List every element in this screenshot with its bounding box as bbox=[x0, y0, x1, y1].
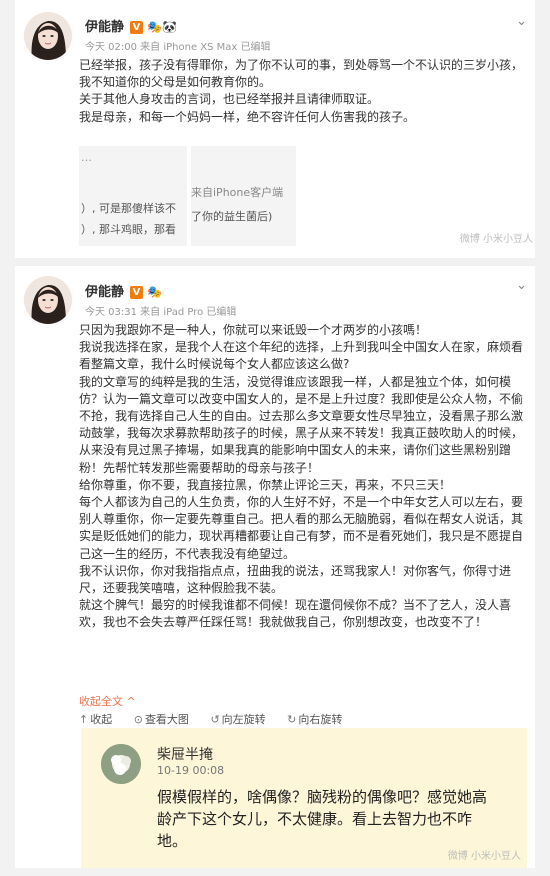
thumbnail-image[interactable]: … ）, 可是那傻样该不 ）, 那斗鸡眼，那看 bbox=[79, 146, 187, 246]
post-meta: 今天 02:00 来自 iPhone XS Max 已编辑 bbox=[85, 42, 271, 53]
paragraph: 我是母亲，和每一个妈妈一样，绝不容许任何人伤害我的孩子。 bbox=[79, 109, 416, 124]
paragraph: 就这个脾气！最穷的时候我谁都不伺候！现在還伺候你不成？当不了艺人，没人喜欢，我也… bbox=[79, 598, 512, 630]
comment-screenshot: 柴屉半掩 10-19 00:08 假模假样的，啥偶像？脑残粉的偶像吧？感觉她高龄… bbox=[81, 728, 527, 868]
rotate-right-icon: ↻ bbox=[287, 713, 297, 726]
post-body: 只因为我跟妳不是一种人，你就可以来诋毁一个才两岁的小孩嗎！ 我说我选择在家，是我… bbox=[79, 322, 529, 632]
commenter-avatar[interactable] bbox=[101, 744, 141, 784]
verified-badge-icon: V bbox=[130, 286, 144, 299]
username-text[interactable]: 伊能静 bbox=[85, 20, 124, 35]
emoji-badges: 🎭 bbox=[147, 285, 162, 299]
username[interactable]: 伊能静 V 🎭🐼 bbox=[85, 16, 177, 35]
collapse-action[interactable]: ↑ 收起 bbox=[79, 713, 121, 726]
paragraph: 我不认识你，你对我指指点点，扭曲我的说法，还骂我家人！对你客气，你得寸进尺，还要… bbox=[79, 563, 512, 596]
weibo-post-1: 伊能静 V 🎭🐼 今天 02:00 来自 iPhone XS Max 已编辑 ⌄ 已… bbox=[15, 0, 535, 258]
watermark: 微博 小米小豆人 bbox=[459, 234, 533, 245]
post-body: 已经举报，孩子没有得罪你，为了你不认可的事，到处辱骂一个不认识的三岁小孩，我不知… bbox=[79, 57, 529, 126]
paragraph: 给你尊重，你不要，我直接拉黑，你禁止评论三天，再来，不只三天！ bbox=[79, 477, 452, 492]
chevron-down-icon[interactable]: ⌄ bbox=[516, 14, 527, 29]
magnifier-icon: ⊙ bbox=[133, 713, 143, 726]
avatar[interactable] bbox=[24, 12, 72, 60]
image-thumbnails: … ）, 可是那傻样该不 ）, 那斗鸡眼，那看 来自iPhone客户端 了你的益… bbox=[79, 146, 535, 246]
chevron-down-icon[interactable]: ⌄ bbox=[516, 278, 527, 293]
weibo-post-2: 伊能静 V 🎭 今天 03:31 来自 iPad Pro 已编辑 ⌄ 只因为我跟妳不… bbox=[15, 266, 535, 868]
rotate-left-action[interactable]: ↺ 向左旋转 bbox=[210, 713, 274, 726]
emoji-badges: 🎭🐼 bbox=[147, 20, 177, 34]
commenter-name[interactable]: 柴屉半掩 bbox=[157, 744, 213, 764]
watermark: 微博 小米小豆人 bbox=[447, 851, 521, 862]
post-meta: 今天 03:31 来自 iPad Pro 已编辑 bbox=[85, 307, 237, 318]
arrow-up-icon: ↑ bbox=[79, 713, 89, 726]
paragraph: 我说我选择在家，是我个人在这个年纪的选择，上升到我叫全中国女人在家，麻烦看看整篇… bbox=[79, 340, 524, 372]
paragraph: 每个人都该为自己的人生负责，你的人生好不好，不是一个中年女艺人可以左右，要别人尊… bbox=[79, 495, 524, 561]
image-action-bar: ↑ 收起 ⊙ 查看大图 ↺ 向左旋转 ↻ 向右旋转 bbox=[79, 711, 529, 727]
verified-badge-icon: V bbox=[130, 21, 144, 34]
rotate-right-action[interactable]: ↻ 向右旋转 bbox=[287, 713, 351, 726]
avatar[interactable] bbox=[24, 276, 72, 324]
comment-text: 假模假样的，啥偶像？脑残粉的偶像吧？感觉她高龄产下这个女儿，不太健康。看上去智力… bbox=[157, 788, 488, 850]
comment-time: 10-19 00:08 bbox=[157, 764, 225, 777]
username-text[interactable]: 伊能静 bbox=[85, 285, 124, 300]
paragraph: 关于其他人身攻击的言词，也已经举报并且请律师取证。 bbox=[79, 92, 380, 107]
paragraph: 已经举报，孩子没有得罪你，为了你不认可的事，到处辱骂一个不认识的三岁小孩，我不知… bbox=[79, 58, 524, 90]
view-large-image-action[interactable]: ⊙ 查看大图 bbox=[134, 713, 198, 726]
username[interactable]: 伊能静 V 🎭 bbox=[85, 281, 162, 300]
collapse-full-text-link[interactable]: 收起全文 ^ bbox=[79, 693, 136, 709]
paragraph: 只因为我跟妳不是一种人，你就可以来诋毁一个才两岁的小孩嗎！ bbox=[79, 323, 428, 337]
paragraph: 我的文章写的纯粹是我的生活，没觉得谁应该跟我一样，人都是独立个体，如何模仿？认为… bbox=[79, 374, 524, 475]
rotate-left-icon: ↺ bbox=[210, 713, 220, 726]
thumbnail-image[interactable]: 来自iPhone客户端 了你的益生菌后) bbox=[191, 146, 296, 246]
